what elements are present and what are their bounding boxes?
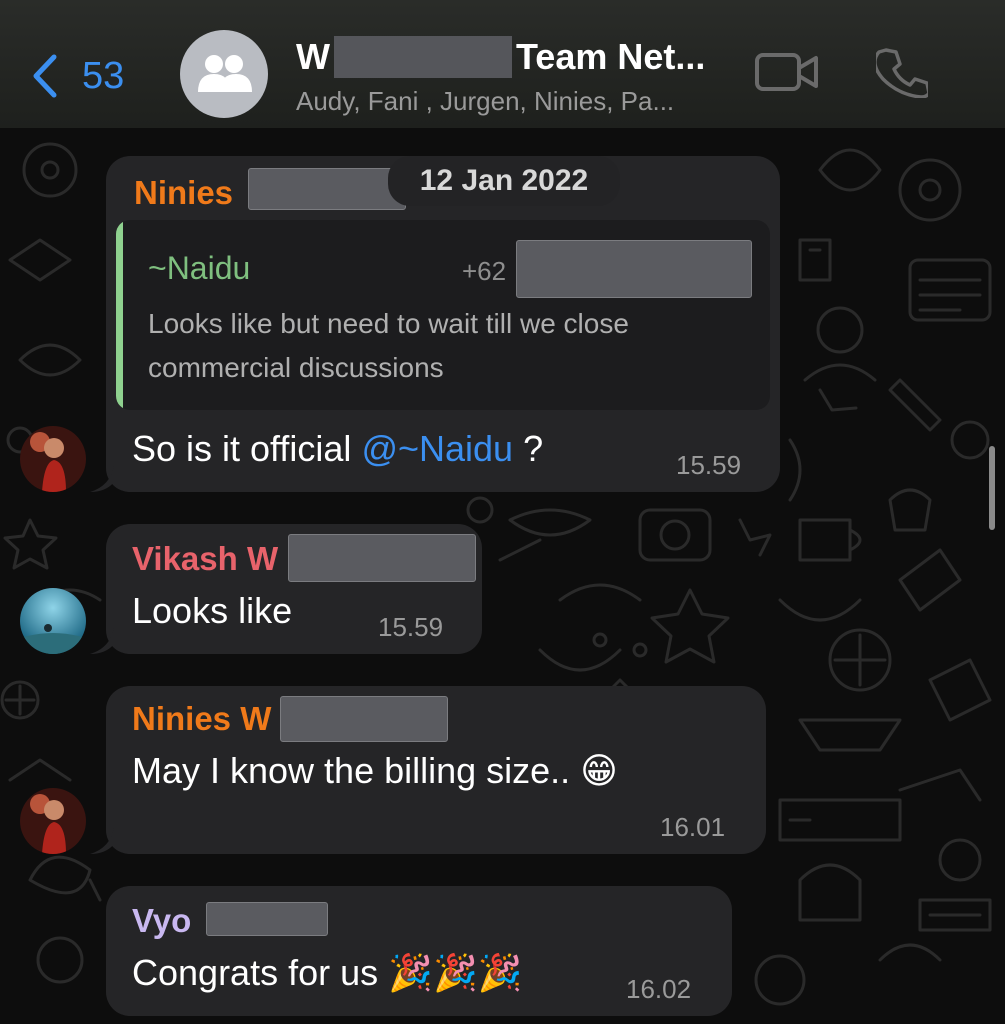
quoted-message[interactable]: ~Naidu +62 Looks like but need to wait t…	[116, 220, 770, 410]
message-text: Looks like	[132, 590, 293, 631]
quote-phone: +62	[462, 256, 507, 286]
message-text-part: So is it official	[132, 428, 362, 469]
redaction-box	[280, 696, 448, 742]
message-time: 15.59	[378, 612, 444, 642]
message-time: 16.02	[626, 974, 692, 1004]
mention-link[interactable]: @~Naidu	[361, 428, 513, 469]
date-separator: 12 Jan 2022	[388, 156, 620, 206]
avatar-image	[20, 426, 86, 492]
sender-name: Vyo	[132, 902, 192, 939]
redaction-box	[333, 36, 512, 78]
redaction-box	[206, 902, 328, 936]
group-avatar[interactable]	[180, 30, 268, 118]
message-text: May I know the billing size.. 😁	[132, 750, 618, 791]
sender-name: Vikash W	[132, 540, 279, 577]
redaction-box	[516, 240, 752, 298]
video-call-icon[interactable]	[754, 50, 820, 94]
back-button[interactable]: 53	[30, 48, 124, 104]
message-text-part: ?	[513, 428, 544, 469]
avatar[interactable]	[20, 788, 86, 854]
message-bubble-3[interactable]: Ninies W May I know the billing size.. 😁…	[106, 686, 766, 854]
chat-title: W Team Net...	[296, 36, 736, 78]
message-time: 16.01	[660, 812, 726, 842]
chevron-left-icon	[33, 54, 57, 98]
sender-name: Ninies W	[132, 700, 272, 737]
redaction-box	[248, 168, 406, 210]
message-bubble-2[interactable]: Vikash W Looks like 15.59	[106, 524, 482, 654]
chat-header: 53 W Team Net... Audy, Fani , Jurgen, Ni…	[0, 0, 1005, 128]
title-prefix: W	[296, 36, 330, 77]
title-suffix: Team Net...	[515, 36, 706, 77]
message-bubble-4[interactable]: Vyo Congrats for us 🎉🎉🎉 16.02	[106, 886, 732, 1016]
sender-name: Ninies	[134, 174, 234, 211]
chat-participants: Audy, Fani , Jurgen, Ninies, Pa...	[296, 86, 675, 116]
bubble-tail	[90, 828, 114, 854]
message-text: So is it official @~Naidu ?	[132, 428, 543, 470]
group-icon	[198, 55, 252, 92]
avatar[interactable]	[20, 588, 86, 654]
redaction-box	[288, 534, 476, 582]
chat-title-block[interactable]: W Team Net... Audy, Fani , Jurgen, Ninie…	[296, 36, 736, 117]
avatar-image	[20, 788, 86, 854]
bubble-tail	[90, 466, 114, 492]
unread-count: 53	[82, 54, 125, 97]
phone-call-icon[interactable]	[876, 46, 928, 98]
scroll-indicator[interactable]	[989, 446, 995, 530]
avatar[interactable]	[20, 426, 86, 492]
quote-bar	[116, 220, 123, 410]
avatar-image	[20, 588, 86, 654]
quote-author: ~Naidu	[148, 250, 251, 286]
chat-wallpaper	[0, 0, 1005, 1024]
bubble-tail	[90, 628, 114, 654]
quote-text: Looks like but need to wait till we clos…	[148, 308, 629, 383]
message-time: 15.59	[676, 450, 742, 480]
message-text: Congrats for us 🎉🎉🎉	[132, 952, 523, 993]
